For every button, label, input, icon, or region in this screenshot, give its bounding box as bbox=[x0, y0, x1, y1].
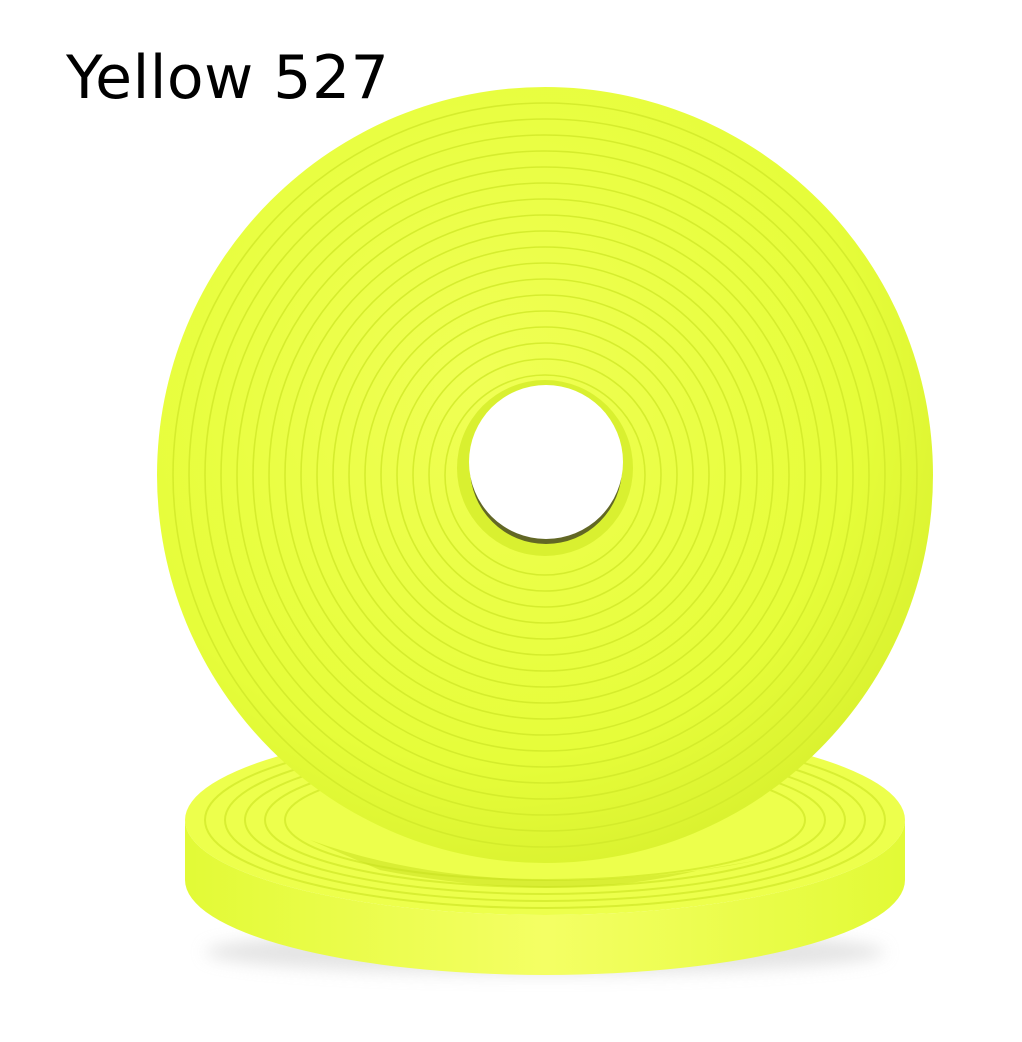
tape-roll-photo bbox=[157, 87, 933, 975]
core-hole bbox=[469, 385, 623, 539]
